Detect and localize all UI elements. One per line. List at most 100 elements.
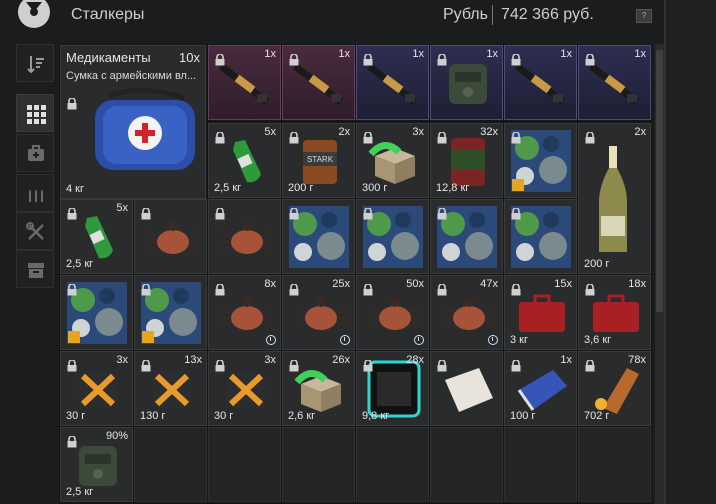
box-icon <box>294 370 341 412</box>
item-quantity: 2x <box>338 126 350 138</box>
inventory-slot[interactable]: 47x <box>430 275 503 350</box>
lock-icon <box>511 360 521 372</box>
lock-icon <box>437 208 447 220</box>
item-quantity: 25x <box>332 278 350 290</box>
item-quantity: 13x <box>184 354 202 366</box>
inventory-slot[interactable]: 28x 9,8 кг <box>356 351 429 426</box>
paper-icon <box>445 368 493 412</box>
inventory-slot[interactable]: 1x <box>356 45 429 120</box>
inventory-slot[interactable] <box>356 199 429 274</box>
empty-slot[interactable] <box>208 427 281 502</box>
inventory-slot[interactable]: 5x 2,5 кг <box>60 199 133 274</box>
item-subtitle: Сумка с армейскими вл... <box>66 70 197 82</box>
lock-icon <box>363 54 373 66</box>
inventory-slot[interactable]: 13x 130 г <box>134 351 207 426</box>
item-quantity: 28x <box>406 354 424 366</box>
empty-slot[interactable] <box>282 427 355 502</box>
inventory-slot[interactable]: 1x <box>282 45 355 120</box>
category-misc-button[interactable] <box>16 250 54 288</box>
item-weight: 200 г <box>288 182 314 194</box>
inventory-slot[interactable]: 90% 2,5 кг <box>60 427 133 502</box>
empty-slot[interactable] <box>430 427 503 502</box>
lock-icon <box>363 284 373 296</box>
empty-slot[interactable] <box>578 427 651 502</box>
empty-slot[interactable] <box>504 427 577 502</box>
item-weight: 12,8 кг <box>436 182 470 194</box>
rifle-icon <box>292 63 344 105</box>
inventory-slot[interactable] <box>134 275 207 350</box>
inventory-slot[interactable]: 3x 300 г <box>356 123 429 198</box>
inventory-slot[interactable]: 3x 30 г <box>208 351 281 426</box>
lock-icon <box>215 208 225 220</box>
ammo-icon <box>29 189 43 202</box>
item-weight: 100 г <box>510 410 536 422</box>
item-weight: 200 г <box>584 258 610 270</box>
lock-icon <box>67 208 77 220</box>
inventory-slot[interactable]: 8x <box>208 275 281 350</box>
lock-icon <box>141 284 151 296</box>
lock-icon <box>585 54 595 66</box>
inventory-slot[interactable] <box>430 351 503 426</box>
page-title: Сталкеры <box>71 6 145 23</box>
lock-icon <box>511 284 521 296</box>
lock-icon <box>67 284 77 296</box>
currency-separator <box>492 5 493 25</box>
item-weight: 4 кг <box>66 183 84 195</box>
lock-icon <box>511 132 521 144</box>
inventory-slot[interactable]: 1x 100 г <box>504 351 577 426</box>
sort-button[interactable] <box>16 44 54 82</box>
empty-slot[interactable] <box>356 427 429 502</box>
box-icon <box>28 263 44 278</box>
inventory-slot[interactable] <box>504 199 577 274</box>
inventory-slot[interactable]: 25x <box>282 275 355 350</box>
inventory-slot[interactable]: 26x 2,6 кг <box>282 351 355 426</box>
inventory-slot[interactable]: 2x 200 г <box>578 123 651 274</box>
category-medical-button[interactable] <box>16 134 54 172</box>
inventory-slot[interactable]: 18x 3,6 кг <box>578 275 651 350</box>
category-ammo-button[interactable] <box>16 174 54 212</box>
header: Сталкеры Рубль 742 366 руб. ? <box>0 0 716 36</box>
inventory-slot[interactable]: 78x 702 г <box>578 351 651 426</box>
inventory-slot[interactable]: 1x <box>578 45 651 120</box>
tick-icon <box>368 297 422 330</box>
inventory-slot[interactable] <box>430 199 503 274</box>
barrel-icon <box>451 138 485 186</box>
bullet-icon <box>595 368 639 414</box>
item-quantity: 1x <box>412 48 424 60</box>
item-quantity: 78x <box>628 354 646 366</box>
inventory-slot[interactable]: 3x 30 г <box>60 351 133 426</box>
inventory-slot[interactable] <box>208 199 281 274</box>
lock-icon <box>585 132 595 144</box>
inventory-grid: Медикаменты 10x Сумка с армейскими вл...… <box>59 44 652 504</box>
inventory-slot[interactable] <box>504 123 577 198</box>
lock-icon <box>363 132 373 144</box>
item-quantity: 1x <box>560 354 572 366</box>
bottle-icon <box>85 216 113 259</box>
inventory-slot[interactable] <box>282 199 355 274</box>
inventory-slot[interactable]: 1x <box>208 45 281 120</box>
empty-slot[interactable] <box>134 427 207 502</box>
category-tools-button[interactable] <box>16 212 54 250</box>
inventory-slot[interactable] <box>60 275 133 350</box>
item-quantity: 1x <box>264 48 276 60</box>
inventory-slot[interactable]: 1x <box>430 45 503 120</box>
inventory-slot[interactable]: 5x 2,5 кг <box>208 123 281 198</box>
category-all-button[interactable] <box>16 94 54 132</box>
inventory-slot[interactable]: 15x 3 кг <box>504 275 577 350</box>
lock-icon <box>437 132 447 144</box>
item-quantity: 3x <box>264 354 276 366</box>
inventory-slot[interactable]: 32x 12,8 кг <box>430 123 503 198</box>
inventory-slot[interactable]: 50x <box>356 275 429 350</box>
faction-logo-icon <box>18 0 50 28</box>
inventory-slot[interactable]: STARK 2x 200 г <box>282 123 355 198</box>
item-quantity: 10x <box>179 50 200 65</box>
item-weight: 2,5 кг <box>66 258 94 270</box>
item-weight: 9,8 кг <box>362 410 390 422</box>
item-medkit-bag[interactable]: Медикаменты 10x Сумка с армейскими вл...… <box>60 45 206 199</box>
inventory-slot[interactable] <box>134 199 207 274</box>
inventory-slot[interactable]: 1x <box>504 45 577 120</box>
help-button[interactable]: ? <box>636 9 652 23</box>
scrollbar-thumb[interactable] <box>656 50 663 312</box>
rifle-icon <box>514 63 566 105</box>
timer-icon <box>414 335 424 345</box>
